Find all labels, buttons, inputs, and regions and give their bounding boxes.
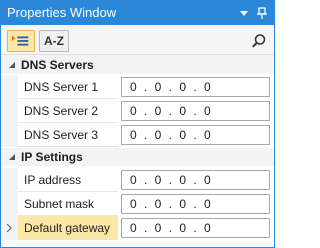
property-name-text: DNS Server 1	[24, 80, 99, 94]
ip-value-field[interactable]: 0 . 0 . 0 . 0	[121, 170, 270, 190]
property-row-default-gateway[interactable]: Default gateway 0 . 0 . 0 . 0	[1, 216, 274, 240]
ip-value-text: 0 . 0 . 0 . 0	[130, 104, 213, 118]
row-gutter	[1, 75, 18, 99]
window-title: Properties Window	[7, 5, 117, 20]
alphabetical-view-button[interactable]: A-Z	[39, 30, 69, 52]
ip-value-text: 0 . 0 . 0 . 0	[130, 128, 213, 142]
property-row-dns-server-1[interactable]: DNS Server 1 0 . 0 . 0 . 0	[1, 75, 274, 99]
ip-value-text: 0 . 0 . 0 . 0	[130, 80, 213, 94]
row-gutter	[1, 168, 18, 192]
search-icon[interactable]	[251, 33, 267, 49]
category-ip-settings[interactable]: IP Settings	[1, 148, 274, 166]
row-gutter	[1, 123, 18, 147]
alphabetical-label: A-Z	[44, 34, 64, 48]
category-label: DNS Servers	[21, 58, 94, 72]
ip-value-field[interactable]: 0 . 0 . 0 . 0	[121, 194, 270, 214]
ip-value-text: 0 . 0 . 0 . 0	[130, 221, 213, 235]
ip-value-text: 0 . 0 . 0 . 0	[130, 173, 213, 187]
toolbar: A-Z	[1, 27, 274, 55]
category-dns-servers[interactable]: DNS Servers	[1, 56, 274, 74]
collapse-arrow-icon[interactable]	[8, 61, 16, 69]
ip-value-field[interactable]: 0 . 0 . 0 . 0	[121, 218, 270, 238]
property-name-text: Subnet mask	[24, 197, 95, 211]
selected-row-arrow-icon	[6, 224, 12, 232]
row-gutter	[1, 99, 18, 123]
dropdown-arrow-icon[interactable]	[237, 6, 251, 20]
pin-icon[interactable]	[255, 6, 269, 20]
property-name-text: Default gateway	[24, 221, 111, 235]
property-name: DNS Server 1	[18, 75, 118, 99]
property-row-dns-server-3[interactable]: DNS Server 3 0 . 0 . 0 . 0	[1, 123, 274, 147]
property-name: IP address	[18, 168, 118, 192]
categorized-icon	[11, 35, 29, 46]
property-name: DNS Server 2	[18, 99, 118, 123]
ip-value-field[interactable]: 0 . 0 . 0 . 0	[121, 77, 270, 97]
ip-value-text: 0 . 0 . 0 . 0	[130, 197, 213, 211]
property-row-subnet-mask[interactable]: Subnet mask 0 . 0 . 0 . 0	[1, 192, 274, 216]
property-name-text: DNS Server 3	[24, 128, 99, 142]
category-label: IP Settings	[21, 150, 83, 164]
row-gutter	[1, 216, 18, 240]
ip-value-field[interactable]: 0 . 0 . 0 . 0	[121, 125, 270, 145]
property-name-text: DNS Server 2	[24, 104, 99, 118]
categorized-view-button[interactable]	[7, 30, 35, 52]
properties-window: Properties Window A-Z DNS Servers DNS Se…	[0, 0, 275, 248]
collapse-arrow-icon[interactable]	[8, 153, 16, 161]
property-row-dns-server-2[interactable]: DNS Server 2 0 . 0 . 0 . 0	[1, 99, 274, 123]
property-grid: DNS Servers DNS Server 1 0 . 0 . 0 . 0 D…	[1, 56, 274, 247]
title-bar[interactable]: Properties Window	[1, 1, 274, 25]
property-row-ip-address[interactable]: IP address 0 . 0 . 0 . 0	[1, 168, 274, 192]
property-name-text: IP address	[24, 173, 82, 187]
property-name: DNS Server 3	[18, 123, 118, 147]
ip-value-field[interactable]: 0 . 0 . 0 . 0	[121, 101, 270, 121]
row-gutter	[1, 192, 18, 216]
property-name: Subnet mask	[18, 192, 118, 216]
property-name: Default gateway	[18, 216, 118, 240]
